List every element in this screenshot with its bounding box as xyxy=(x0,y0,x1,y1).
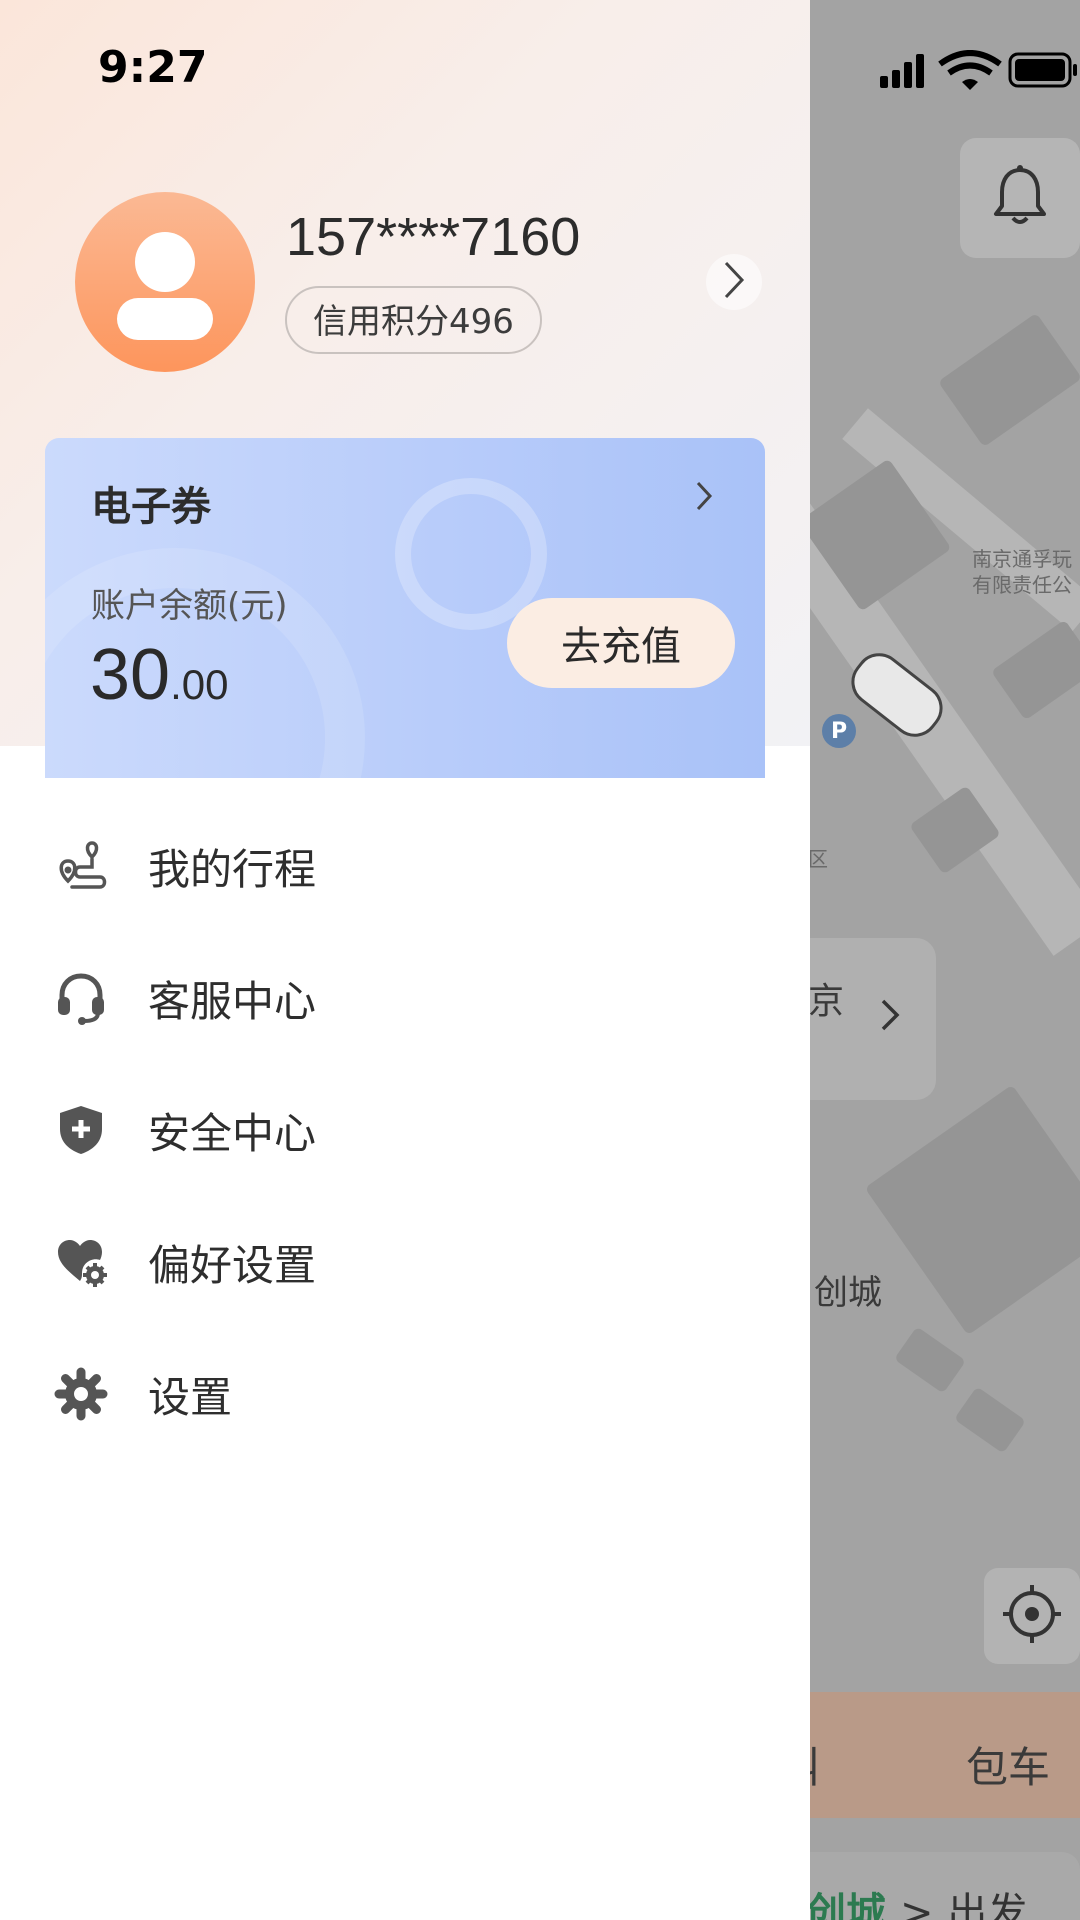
side-drawer: 157****7160 信用积分496 电子券 账户余额(元) 30.00 去充… xyxy=(0,0,810,1920)
status-time: 9:27 xyxy=(98,42,208,93)
destination-place: 创城 xyxy=(806,1890,886,1920)
destination-card-text: 京 xyxy=(808,981,845,1022)
signal-icon xyxy=(880,54,924,88)
battery-icon xyxy=(1008,52,1077,88)
wallet-title: 电子券 xyxy=(91,484,211,530)
balance-label: 账户余额(元) xyxy=(91,586,288,626)
menu-item-settings[interactable]: 设置 xyxy=(0,1328,810,1460)
service-tab-charter[interactable]: 包车 xyxy=(966,1734,1050,1795)
notification-button[interactable] xyxy=(960,138,1080,258)
menu-item-trips[interactable]: 我的行程 xyxy=(0,800,810,932)
avatar[interactable] xyxy=(75,192,255,372)
destination-text[interactable]: 创城 > 出发 xyxy=(806,1880,1027,1920)
crosshair-icon xyxy=(1001,1583,1063,1649)
heart-gear-icon xyxy=(54,1235,108,1289)
menu-item-label: 偏好设置 xyxy=(148,1240,317,1290)
menu-item-label: 安全中心 xyxy=(148,1108,317,1158)
chevron-right-icon xyxy=(723,260,745,304)
gear-icon xyxy=(54,1367,108,1421)
chevron-right-icon xyxy=(880,998,900,1036)
user-icon xyxy=(117,232,213,340)
profile-link-button[interactable] xyxy=(706,254,762,310)
locate-button[interactable] xyxy=(984,1568,1080,1664)
menu-item-safety[interactable]: 安全中心 xyxy=(0,1064,810,1196)
map-poi-label: 南京通孚玩 xyxy=(972,547,1072,571)
wifi-icon xyxy=(938,50,1002,90)
map-poi-label: 有限责任公 xyxy=(972,573,1072,597)
menu-item-preferences[interactable]: 偏好设置 xyxy=(0,1196,810,1328)
user-phone[interactable]: 157****7160 xyxy=(286,206,580,268)
balance-decimal: .00 xyxy=(170,661,229,708)
status-bar: 9:27 xyxy=(0,0,1080,136)
wallet-card[interactable]: 电子券 账户余额(元) 30.00 去充值 xyxy=(45,438,765,778)
headset-icon xyxy=(54,971,108,1025)
balance-amount: 30.00 xyxy=(90,634,228,716)
shield-icon xyxy=(54,1103,108,1157)
parking-marker[interactable]: P xyxy=(822,714,856,748)
map-area-label: 区 xyxy=(808,847,828,871)
bell-icon xyxy=(990,164,1050,232)
chevron-right-icon[interactable] xyxy=(695,480,713,516)
recharge-button[interactable]: 去充值 xyxy=(507,598,735,688)
status-icons xyxy=(878,50,1078,94)
menu-item-label: 设置 xyxy=(148,1372,233,1422)
destination-action: 出发 xyxy=(947,1890,1028,1920)
route-icon xyxy=(54,839,108,893)
balance-integer: 30 xyxy=(90,635,171,715)
menu-item-label: 客服中心 xyxy=(148,976,317,1026)
credit-score-badge[interactable]: 信用积分496 xyxy=(285,286,542,354)
menu-item-customer-service[interactable]: 客服中心 xyxy=(0,932,810,1064)
menu-item-label: 我的行程 xyxy=(148,844,317,894)
map-place-label: 创城 xyxy=(814,1273,882,1313)
destination-separator: > xyxy=(899,1890,934,1920)
